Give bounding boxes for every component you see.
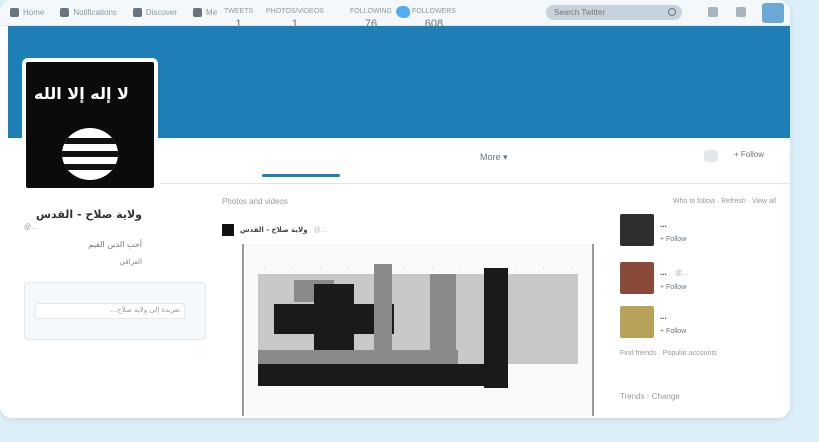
hashtag-icon xyxy=(132,8,142,17)
search-input[interactable] xyxy=(546,5,682,20)
stat-following[interactable]: FOLLOWING 76 xyxy=(350,8,392,30)
compose-tweet-button[interactable] xyxy=(762,3,784,23)
media-dots: . . . . . . . . . . . . . . xyxy=(264,264,592,271)
stat-following-label: FOLLOWING xyxy=(350,8,393,15)
follow-button[interactable]: + Follow xyxy=(734,150,764,159)
avatar-seal-icon xyxy=(62,128,118,180)
search-icon[interactable] xyxy=(668,8,676,16)
home-icon xyxy=(10,8,19,17)
stat-followers[interactable]: FOLLOWERS 608 xyxy=(412,8,456,30)
tweet-author-handle[interactable]: @... xyxy=(314,227,327,234)
wtf-avatar[interactable] xyxy=(620,262,654,294)
wtf-name[interactable]: ... xyxy=(660,312,667,321)
nav-me-label: Me xyxy=(206,8,218,17)
profile-handle[interactable]: @... xyxy=(24,224,142,231)
wtf-avatar[interactable] xyxy=(620,214,654,246)
stat-photos-value: 1 xyxy=(291,18,298,30)
nav-notifications[interactable]: Notifications xyxy=(60,8,117,17)
nav-discover[interactable]: Discover xyxy=(132,8,178,17)
settings-icon[interactable] xyxy=(736,7,746,17)
more-button[interactable]: More ▾ xyxy=(480,152,508,163)
wtf-follow-button[interactable]: + Follow xyxy=(660,284,688,291)
tweet-media-image[interactable]: . . . . . . . . . . . . . . xyxy=(242,244,594,416)
wtf-name[interactable]: ... xyxy=(660,268,667,277)
nav-home-label: Home xyxy=(23,8,45,17)
stat-followers-label: FOLLOWERS xyxy=(412,8,456,15)
messages-icon[interactable] xyxy=(708,7,718,17)
stat-followers-value: 608 xyxy=(424,18,444,30)
stat-tweets-label: TWEETS xyxy=(224,8,254,15)
nav-home[interactable]: Home xyxy=(10,8,44,17)
wtf-follow-button[interactable]: + Follow xyxy=(660,236,686,243)
timeline-section-title: Photos and videos xyxy=(222,197,288,206)
wtf-follow-button[interactable]: + Follow xyxy=(660,328,686,335)
tweet-header: ولاية صلاح - القدس @... xyxy=(222,224,327,236)
profile-nav xyxy=(160,138,790,184)
twitter-window: Home Notifications Discover Me TWEETS 1 … xyxy=(0,0,790,418)
find-friends-link[interactable]: Find friends · Popular accounts xyxy=(620,350,750,357)
person-icon xyxy=(193,8,203,17)
trends-title[interactable]: Trends · Change xyxy=(620,392,680,401)
tweet-to-box: ...تغريدة إلى ولاية صلاح xyxy=(24,282,206,340)
tweet-author-name[interactable]: ولاية صلاح - القدس xyxy=(240,226,308,234)
wtf-name[interactable]: ... xyxy=(660,220,667,229)
who-to-follow-title[interactable]: Who to follow · Refresh · View all xyxy=(618,198,776,205)
profile-avatar[interactable]: لا إله إلا الله xyxy=(22,58,158,192)
stat-tweets[interactable]: TWEETS 1 xyxy=(224,8,253,30)
profile-location: العراقي xyxy=(119,258,142,266)
active-tab-indicator xyxy=(262,174,340,177)
tweet-avatar[interactable] xyxy=(222,224,234,236)
nav-discover-label: Discover xyxy=(145,8,178,17)
who-to-follow-item[interactable]: ... + Follow xyxy=(620,214,686,246)
nav-me[interactable]: Me xyxy=(193,8,217,17)
who-to-follow-item[interactable]: ... + Follow xyxy=(620,306,686,338)
stat-photos-label: PHOTOS/VIDEOS xyxy=(266,8,324,15)
bell-icon xyxy=(60,8,70,17)
profile-bio: أحب الدين القيم xyxy=(88,240,142,249)
nav-notifications-label: Notifications xyxy=(73,8,117,17)
stat-photos[interactable]: PHOTOS/VIDEOS 1 xyxy=(266,8,324,30)
stat-tweets-value: 1 xyxy=(235,18,242,30)
twitter-bird-icon[interactable] xyxy=(396,6,410,18)
tweet-to-input[interactable]: ...تغريدة إلى ولاية صلاح xyxy=(35,303,185,319)
gear-icon[interactable] xyxy=(704,150,718,162)
avatar-flag-text: لا إله إلا الله xyxy=(34,84,129,103)
who-to-follow-item[interactable]: ... @... + Follow xyxy=(620,262,688,294)
stat-following-value: 76 xyxy=(364,18,378,30)
profile-name: ولاية صلاح - القدس xyxy=(35,208,142,221)
wtf-handle: @... xyxy=(675,270,689,277)
wtf-avatar[interactable] xyxy=(620,306,654,338)
